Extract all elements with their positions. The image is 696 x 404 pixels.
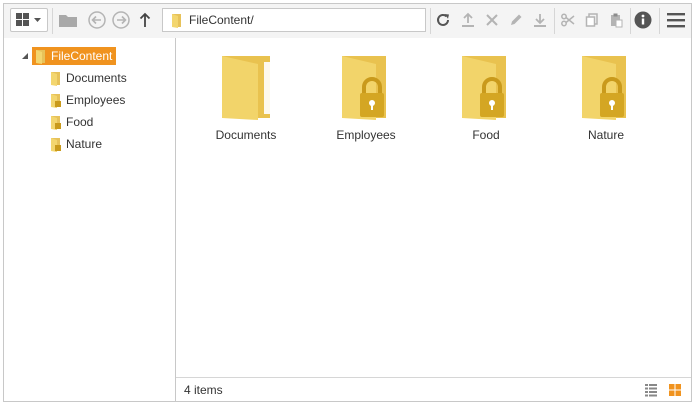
- folder-item-food[interactable]: Food: [436, 54, 536, 142]
- tree-node-label: FileContent: [51, 49, 113, 63]
- folder-icon: [36, 49, 45, 64]
- folder-item-label: Food: [472, 128, 500, 142]
- new-folder-button[interactable]: [57, 8, 79, 32]
- tree-node-label: Food: [66, 115, 94, 129]
- tree-node-nature[interactable]: Nature: [50, 135, 102, 153]
- tree-node-label: Documents: [66, 71, 127, 85]
- refresh-icon: [437, 13, 449, 26]
- tree-node-employees[interactable]: Employees: [50, 91, 125, 109]
- locked-folder-icon: [51, 93, 61, 108]
- toolbar-separator: [430, 8, 431, 34]
- status-bar: 4 items: [176, 377, 691, 401]
- folder-icon: [222, 56, 270, 120]
- folder-item-documents[interactable]: Documents: [196, 54, 296, 142]
- tree-node-filecontent[interactable]: FileContent: [32, 47, 117, 65]
- hamburger-menu-icon: [667, 13, 685, 28]
- cut-button[interactable]: [557, 8, 579, 32]
- locked-folder-icon: [51, 115, 61, 130]
- upload-button[interactable]: [457, 8, 479, 32]
- locked-folder-icon: [51, 137, 61, 152]
- delete-button[interactable]: [481, 8, 503, 32]
- download-icon: [534, 14, 546, 27]
- scissors-icon: [561, 13, 575, 27]
- pencil-icon: [511, 14, 522, 25]
- arrow-up-icon: [139, 12, 151, 27]
- forward-button[interactable]: [110, 8, 132, 32]
- tree-node-documents[interactable]: Documents: [50, 69, 127, 87]
- large-icons-view: Documents Employees Food Nature: [176, 38, 691, 377]
- toolbar-separator: [630, 8, 631, 34]
- item-count: 4 items: [184, 383, 223, 397]
- tree-node-label: Nature: [66, 137, 103, 151]
- folder-item-label: Documents: [215, 128, 277, 142]
- copy-button[interactable]: [581, 8, 603, 32]
- collapse-arrow-icon[interactable]: [21, 52, 29, 60]
- locked-folder-icon: [342, 56, 386, 120]
- tree-node-food[interactable]: Food: [50, 113, 93, 131]
- back-button[interactable]: [86, 8, 108, 32]
- new-folder-icon: [59, 15, 77, 27]
- rename-button[interactable]: [505, 8, 527, 32]
- arrow-right-circle-icon: [112, 11, 130, 29]
- large-icons-view-icon[interactable]: [668, 383, 682, 397]
- details-view-icon[interactable]: [644, 383, 658, 397]
- address-bar[interactable]: FileContent/: [162, 8, 426, 32]
- navigation-tree: FileContent Documents Employees Food Nat…: [4, 38, 176, 401]
- copy-icon: [585, 13, 598, 27]
- toolbar-separator: [554, 8, 555, 34]
- folder-icon: [172, 13, 181, 28]
- toolbar-separator: [659, 8, 660, 34]
- folder-item-label: Nature: [587, 128, 625, 142]
- view-switcher-button[interactable]: [10, 8, 48, 32]
- locked-folder-icon: [462, 56, 506, 120]
- info-icon: [634, 11, 652, 29]
- paste-icon: [611, 13, 623, 28]
- folder-item-label: Employees: [336, 128, 396, 142]
- close-icon: [486, 14, 498, 26]
- grid-view-icon: [16, 13, 41, 26]
- tree-node-label: Employees: [66, 93, 126, 107]
- download-button[interactable]: [529, 8, 551, 32]
- arrow-left-circle-icon: [88, 11, 106, 29]
- file-manager: FileContent/ FileContent Documents Emplo…: [3, 3, 692, 402]
- details-button[interactable]: [632, 8, 654, 32]
- address-path: FileContent/: [189, 13, 254, 27]
- toolbar: FileContent/: [4, 4, 691, 41]
- locked-folder-icon: [582, 56, 626, 120]
- folder-item-nature[interactable]: Nature: [556, 54, 656, 142]
- toolbar-separator: [52, 8, 53, 34]
- folder-item-employees[interactable]: Employees: [316, 54, 416, 142]
- menu-button[interactable]: [663, 8, 689, 32]
- up-button[interactable]: [134, 8, 156, 32]
- paste-button[interactable]: [605, 8, 627, 32]
- folder-icon: [51, 71, 60, 86]
- upload-icon: [462, 12, 474, 27]
- refresh-button[interactable]: [432, 8, 454, 32]
